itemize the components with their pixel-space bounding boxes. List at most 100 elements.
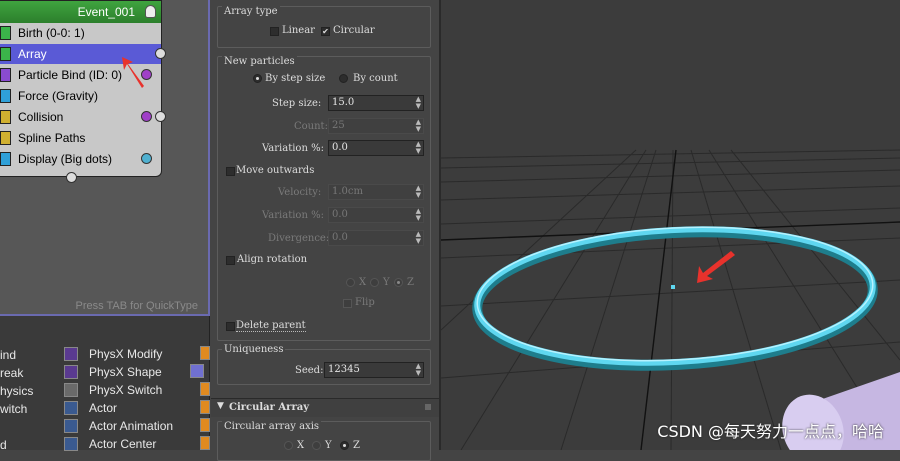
depot-item[interactable]: witch: [0, 400, 27, 418]
operator-spline-paths[interactable]: Spline Paths: [0, 128, 161, 148]
perspective-viewport[interactable]: CSDN @每天努力一点点，哈哈: [441, 0, 900, 450]
move-outwards-checkbox[interactable]: [226, 167, 235, 176]
operator-icon: [200, 418, 210, 432]
circular-axis-z-label: Z: [353, 440, 360, 451]
actor-animation-icon: [64, 419, 78, 433]
operator-label: Display (Big dots): [18, 152, 113, 166]
delete-parent-checkbox[interactable]: [226, 322, 235, 331]
spinner-arrows-icon[interactable]: ▲ ▼: [416, 231, 421, 245]
particle-view-canvas[interactable]: Event_001 Birth (0-0: 1) Array Particle …: [0, 0, 210, 316]
display-output-port[interactable]: [141, 153, 152, 164]
divergence-spinner[interactable]: 0.0 ▲ ▼: [328, 230, 424, 246]
operator-collision[interactable]: Collision: [0, 107, 161, 127]
operator-label: Force (Gravity): [18, 89, 99, 103]
align-axis-z-label: Z: [407, 277, 414, 288]
event-header[interactable]: Event_001: [0, 1, 161, 23]
align-rotation-checkbox[interactable]: [226, 256, 235, 265]
variation-spinner[interactable]: 0.0 ▲ ▼: [328, 140, 424, 156]
variation-label: Variation %:: [262, 143, 324, 154]
spinner-arrows-icon[interactable]: ▲ ▼: [416, 119, 421, 133]
group-title: Uniqueness: [222, 344, 286, 355]
parameters-panel[interactable]: Array type Linear ✔ Circular New particl…: [211, 0, 441, 461]
depot-item[interactable]: reak: [0, 364, 23, 382]
by-count-label: By count: [353, 73, 398, 84]
particle-ring: [472, 226, 878, 371]
spinner-arrows-icon[interactable]: ▲ ▼: [416, 185, 421, 199]
physx-switch-icon: [64, 383, 78, 397]
group-title: Array type: [222, 6, 280, 17]
depot-item[interactable]: hysics: [0, 382, 33, 400]
flip-label: Flip: [355, 297, 375, 308]
align-axis-z-radio[interactable]: [394, 278, 403, 287]
velocity-value: 1.0cm: [332, 186, 363, 197]
depot-label: Actor Animation: [89, 419, 174, 433]
count-spinner[interactable]: 25 ▲ ▼: [328, 118, 424, 134]
collision-icon: [0, 110, 11, 124]
array-output-port[interactable]: [155, 48, 166, 59]
array-icon: [0, 47, 11, 61]
by-count-radio[interactable]: [339, 74, 348, 83]
spinner-arrows-icon[interactable]: ▲ ▼: [416, 363, 421, 377]
bulb-icon[interactable]: [145, 5, 156, 18]
circular-checkbox[interactable]: ✔: [321, 27, 330, 36]
depot-item[interactable]: d: [0, 436, 7, 454]
depot-label: Actor Center: [89, 437, 157, 451]
variation2-spinner[interactable]: 0.0 ▲ ▼: [328, 207, 424, 223]
operator-display[interactable]: Display (Big dots): [0, 149, 161, 169]
birth-icon: [0, 26, 11, 40]
variation2-value: 0.0: [332, 209, 348, 220]
physx-modify-icon: [64, 347, 78, 361]
flip-checkbox[interactable]: [343, 299, 352, 308]
depot-item[interactable]: ind: [0, 346, 16, 364]
align-axis-x-label: X: [359, 277, 367, 288]
operator-label: Particle Bind (ID: 0): [18, 68, 123, 82]
variation2-label: Variation %:: [262, 210, 324, 221]
event-input-port[interactable]: [66, 172, 77, 183]
spline-paths-icon: [0, 131, 11, 145]
align-axis-x-radio[interactable]: [346, 278, 355, 287]
event-title: Event_001: [77, 5, 135, 19]
circular-axis-x-radio[interactable]: [284, 441, 293, 450]
depot-label: PhysX Switch: [89, 383, 163, 397]
circular-axis-y-label: Y: [325, 440, 332, 451]
depot-label: Actor: [89, 401, 118, 415]
by-step-size-radio[interactable]: [253, 74, 262, 83]
circular-axis-x-label: X: [297, 440, 305, 451]
operator-icon: [200, 436, 210, 450]
array-type-group: Array type Linear ✔ Circular: [217, 6, 431, 48]
actor-icon: [64, 401, 78, 415]
operator-label: Array: [18, 47, 47, 61]
step-size-spinner[interactable]: 15.0 ▲ ▼: [328, 95, 424, 111]
align-axis-y-radio[interactable]: [370, 278, 379, 287]
seed-spinner[interactable]: 12345 ▲ ▼: [324, 362, 424, 378]
align-rotation-label: Align rotation: [237, 254, 308, 265]
operator-depot[interactable]: ind reak hysics witch d PhysX Modify Phy…: [0, 316, 210, 452]
linear-checkbox[interactable]: [270, 27, 279, 36]
uniqueness-group: Uniqueness Seed: 12345 ▲ ▼: [217, 344, 431, 385]
collision-output-port-a[interactable]: [141, 111, 152, 122]
delete-parent-label: Delete parent: [236, 320, 306, 332]
circular-label: Circular: [333, 25, 375, 36]
spinner-arrows-icon[interactable]: ▲ ▼: [416, 141, 421, 155]
circular-axis-y-radio[interactable]: [312, 441, 321, 450]
linear-label: Linear: [282, 25, 315, 36]
spinner-arrows-icon[interactable]: ▲ ▼: [416, 96, 421, 110]
collision-output-port-b[interactable]: [155, 111, 166, 122]
operator-label: Spline Paths: [18, 131, 86, 145]
operator-icon: [200, 346, 210, 360]
rollout-collapse-icon: ▼: [217, 401, 224, 411]
spinner-arrows-icon[interactable]: ▲ ▼: [416, 208, 421, 222]
rollout-grip-icon: [425, 404, 431, 410]
viewport-scene: [441, 149, 900, 450]
operator-label: Collision: [18, 110, 64, 124]
velocity-label: Velocity:: [278, 187, 322, 198]
group-title: New particles: [222, 56, 297, 67]
circular-array-axis-group: Circular array axis X Y Z: [217, 421, 431, 461]
display-icon: [0, 152, 11, 166]
new-particles-group: New particles By step size By count Step…: [217, 56, 431, 341]
circular-axis-z-radio[interactable]: [340, 441, 349, 450]
circular-array-rollout-header[interactable]: ▼ Circular Array: [211, 398, 439, 417]
velocity-spinner[interactable]: 1.0cm ▲ ▼: [328, 184, 424, 200]
operator-birth[interactable]: Birth (0-0: 1): [0, 23, 161, 43]
move-outwards-label: Move outwards: [236, 165, 315, 176]
